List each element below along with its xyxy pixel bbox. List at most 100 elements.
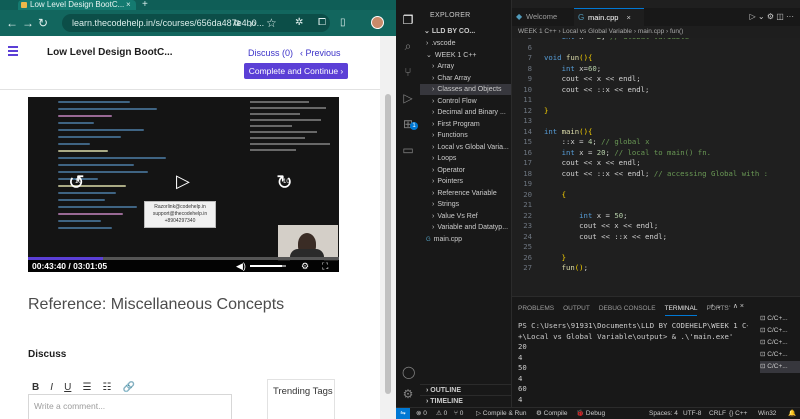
panel-tab-debug-console[interactable]: DEBUG CONSOLE — [599, 303, 656, 315]
chevron-right-icon: › — [432, 143, 435, 151]
volume-slider[interactable] — [250, 265, 286, 267]
reload-icon[interactable]: ↻ — [38, 16, 48, 30]
volume-icon[interactable]: ◀) — [236, 260, 246, 272]
forward-icon[interactable]: → — [22, 16, 34, 30]
code-editor[interactable]: 5 int x = 2; // Global variable67void fu… — [512, 38, 800, 296]
terminal-instance[interactable]: ⊡ C/C+... — [760, 313, 800, 325]
sidebar-icon[interactable]: ▯ — [340, 16, 346, 30]
explorer-folder[interactable]: › Pointers — [420, 176, 511, 187]
status-ports[interactable]: ⑂ 0 — [454, 408, 463, 419]
play-icon[interactable]: ▷ — [176, 171, 190, 192]
underline-button[interactable]: U — [64, 382, 71, 393]
explorer-folder[interactable]: › Local vs Global Varia... — [420, 142, 511, 153]
settings-gear-icon[interactable]: ⚙ — [301, 260, 309, 272]
explorer-icon[interactable]: ❐ — [402, 14, 414, 26]
explorer-item-label: First Program — [437, 120, 480, 128]
panel-tab-output[interactable]: OUTPUT — [563, 303, 590, 315]
terminal-output[interactable]: PS C:\Users\91931\Documents\LLD BY CODEH… — [518, 321, 748, 419]
editor-actions[interactable]: ▷ ⌄ ⚙ ◫ ··· — [750, 8, 794, 26]
address-bar[interactable]: learn.thecodehelp.in/s/courses/656da487e… — [62, 14, 330, 32]
back-icon[interactable]: ← — [6, 16, 18, 30]
timeline-section[interactable]: › TIMELINE — [420, 395, 511, 406]
menu-icon[interactable] — [8, 46, 18, 58]
extensions-puzzle-icon[interactable]: ⧠ — [318, 16, 326, 30]
explorer-item-label: Strings — [437, 201, 460, 208]
link-button[interactable]: 🔗 — [123, 382, 135, 393]
italic-button[interactable]: I — [50, 382, 53, 393]
tab-close-icon[interactable]: × — [627, 13, 631, 22]
forward-10-icon[interactable]: ↻ 10 — [276, 170, 293, 195]
explorer-folder[interactable]: › Reference Variable — [420, 188, 511, 199]
browser-tab[interactable]: Low Level Design BootC... — [18, 0, 136, 10]
source-control-icon[interactable]: ⑂ — [402, 66, 414, 78]
profile-avatar[interactable] — [371, 16, 384, 29]
comment-input[interactable]: Write a comment... — [28, 394, 232, 419]
explorer-folder[interactable]: › Value Vs Ref — [420, 211, 511, 222]
explorer-folder[interactable]: ⌄ WEEK 1 C++ — [420, 50, 511, 61]
video-player[interactable]: ↺ 10 ▷ ↻ 10 Razorlink@codehelp.in support@… — [28, 97, 339, 272]
rewind-10-icon[interactable]: ↺ 10 — [68, 170, 85, 195]
compile-run-button[interactable]: ▷ Compile & Run — [476, 408, 527, 419]
tab-welcome[interactable]: ◆ Welcome — [512, 8, 574, 26]
panel-actions[interactable]: + ⌄ ··· ∧ × — [710, 301, 744, 313]
extension-icon[interactable]: ✲ — [295, 16, 303, 30]
remote-explorer-icon[interactable]: ▭ — [402, 144, 414, 156]
bold-button[interactable]: B — [32, 382, 39, 393]
explorer-file[interactable]: Gmain.cpp — [420, 234, 511, 245]
status-platform[interactable]: Win32 — [758, 408, 776, 419]
page-scrollbar[interactable] — [380, 36, 396, 419]
status-encoding[interactable]: UTF-8 — [683, 408, 701, 419]
terminal-instance[interactable]: ⊡ C/C+... — [760, 361, 800, 373]
status-indentation[interactable]: Spaces: 4 — [649, 408, 678, 419]
explorer-folder[interactable]: › Array — [420, 61, 511, 72]
explorer-folder[interactable]: › Functions — [420, 130, 511, 141]
terminal-instance[interactable]: ⊡ C/C+... — [760, 337, 800, 349]
status-errors[interactable]: ⊗ 0 — [416, 408, 427, 419]
run-debug-icon[interactable]: ▷ — [402, 92, 414, 104]
code-line: 7 void fun(){ — [512, 53, 800, 64]
compile-button[interactable]: ⚙ Compile — [536, 408, 567, 419]
debug-button[interactable]: 🐞 Debug — [576, 408, 605, 419]
explorer-folder[interactable]: › Variable and Datatyp... — [420, 222, 511, 233]
explorer-folder[interactable]: › Decimal and Binary ... — [420, 107, 511, 118]
numbered-list-button[interactable]: ☷ — [102, 382, 111, 393]
new-tab-button[interactable]: + — [142, 0, 148, 10]
zoom-icon[interactable]: ⌕ — [250, 16, 257, 30]
panel-tab-terminal[interactable]: TERMINAL — [664, 303, 698, 316]
chevron-right-icon: › — [432, 166, 435, 174]
fullscreen-icon[interactable]: ⛶ — [322, 260, 328, 272]
notifications-bell-icon[interactable]: 🔔 — [788, 408, 796, 419]
account-icon[interactable]: ◯ — [402, 366, 415, 378]
cpp-file-icon: G — [578, 13, 585, 22]
status-eol[interactable]: CRLF — [709, 408, 726, 419]
status-warnings[interactable]: ⚠ 0 — [436, 408, 447, 419]
search-icon[interactable]: ⌕ — [402, 40, 414, 52]
discuss-link[interactable]: Discuss (0) — [248, 48, 293, 58]
tab-main-cpp[interactable]: G main.cpp × — [574, 8, 644, 26]
breadcrumb[interactable]: WEEK 1 C++ › Local vs Global Variable › … — [512, 26, 800, 38]
line-number: 23 — [523, 221, 532, 230]
explorer-folder[interactable]: › First Program — [420, 119, 511, 130]
remote-indicator-icon[interactable]: ⇋ — [396, 408, 410, 419]
scrollbar-thumb[interactable] — [385, 94, 391, 394]
status-language[interactable]: {} C++ — [729, 408, 747, 419]
explorer-folder[interactable]: › Strings — [420, 199, 511, 210]
terminal-instance[interactable]: ⊡ C/C+... — [760, 349, 800, 361]
open-in-icon[interactable]: ⧉ — [234, 16, 240, 30]
explorer-folder[interactable]: › Char Array — [420, 73, 511, 84]
explorer-folder[interactable]: › Operator — [420, 165, 511, 176]
explorer-folder[interactable]: › .vscode — [420, 38, 511, 49]
explorer-folder[interactable]: › Loops — [420, 153, 511, 164]
explorer-root-folder[interactable]: ⌄ LLD BY CO... — [424, 27, 475, 35]
outline-section[interactable]: › OUTLINE — [420, 384, 511, 395]
manage-gear-icon[interactable]: ⚙ — [402, 388, 414, 400]
panel-tab-problems[interactable]: PROBLEMS — [518, 303, 554, 315]
tab-close-icon[interactable]: × — [126, 0, 131, 9]
complete-and-continue-button[interactable]: Complete and Continue › — [244, 63, 348, 79]
bullet-list-button[interactable]: ☰ — [82, 382, 91, 393]
explorer-folder[interactable]: › Classes and Objects — [420, 84, 511, 95]
previous-link[interactable]: ‹ Previous — [300, 48, 341, 58]
explorer-folder[interactable]: › Control Flow — [420, 96, 511, 107]
bookmark-star-icon[interactable]: ☆ — [266, 16, 277, 30]
terminal-instance[interactable]: ⊡ C/C+... — [760, 325, 800, 337]
